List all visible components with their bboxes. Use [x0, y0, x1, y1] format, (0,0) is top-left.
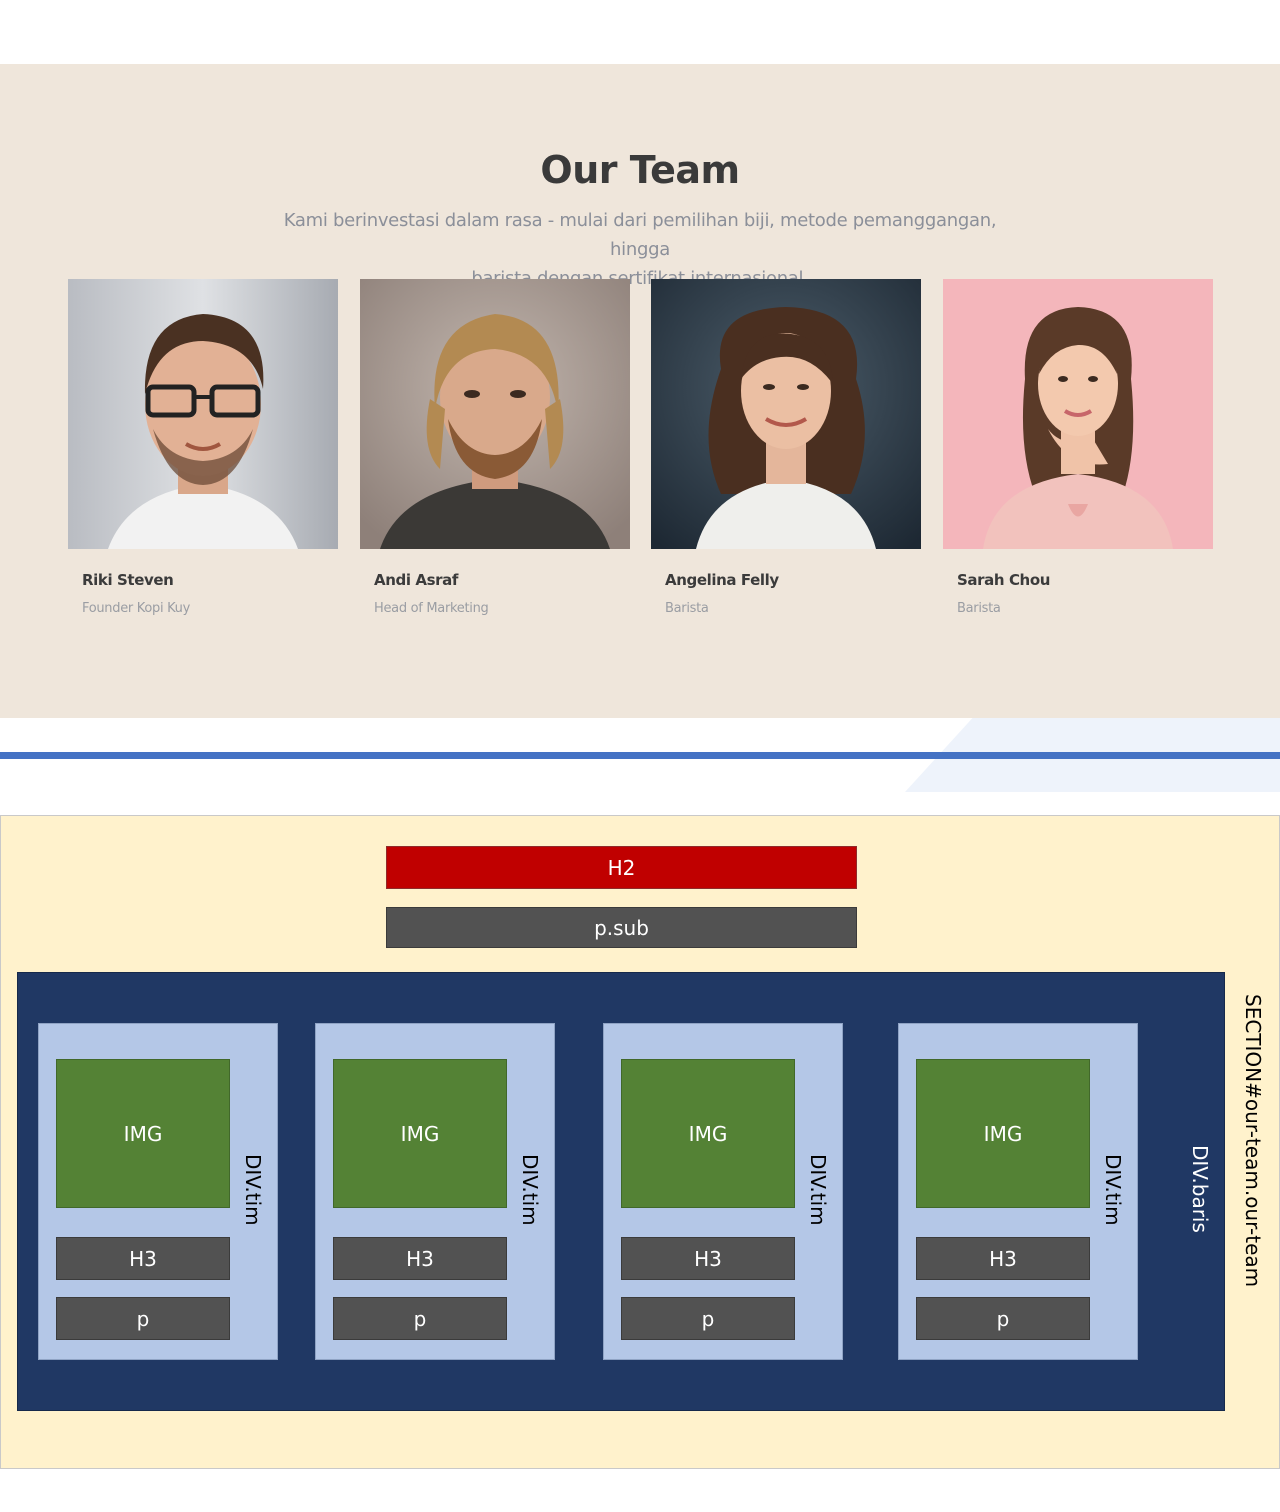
img-block: IMG [56, 1059, 230, 1208]
h3-block: H3 [56, 1237, 230, 1280]
p-block: p [56, 1297, 230, 1340]
member-name: Angelina Felly [665, 571, 779, 589]
div-tim-label: DIV.tim [1101, 1154, 1125, 1226]
member-role: Head of Marketing [374, 601, 489, 616]
h3-block: H3 [621, 1237, 795, 1280]
member-role: Barista [957, 601, 1001, 616]
member-name: Sarah Chou [957, 571, 1051, 589]
html-structure-diagram: H2 p.sub IMG H3 p DIV.tim IMG H3 p DIV.t… [0, 815, 1280, 1469]
p-block: p [621, 1297, 795, 1340]
portrait-woman-pink-background [943, 279, 1213, 549]
img-block: IMG [916, 1059, 1090, 1208]
member-role: Founder Kopi Kuy [82, 601, 191, 616]
team-member-card: Sarah Chou Barista [943, 279, 1213, 616]
member-photo [943, 279, 1213, 549]
team-member-card: Angelina Felly Barista [651, 279, 921, 616]
img-block: IMG [333, 1059, 507, 1208]
team-member-card: Riki Steven Founder Kopi Kuy [68, 279, 338, 616]
team-title: Our Team [540, 148, 740, 192]
p-block: p [916, 1297, 1090, 1340]
div-tim-block: IMG H3 p DIV.tim [603, 1023, 843, 1360]
member-photo [360, 279, 630, 549]
div-tim-label: DIV.tim [806, 1154, 830, 1226]
div-tim-block: IMG H3 p DIV.tim [38, 1023, 278, 1360]
div-baris-label: DIV.baris [1188, 1145, 1212, 1233]
div-tim-block: IMG H3 p DIV.tim [315, 1023, 555, 1360]
section-divider [0, 752, 1280, 759]
member-role: Barista [665, 601, 709, 616]
portrait-woman-curly-hair [651, 279, 921, 549]
section-label: SECTION#our-team.our-team [1241, 994, 1265, 1288]
portrait-man-glasses [68, 279, 338, 549]
p-sub-block: p.sub [386, 907, 857, 948]
div-tim-block: IMG H3 p DIV.tim [898, 1023, 1138, 1360]
h2-block: H2 [386, 846, 857, 889]
div-baris-block: IMG H3 p DIV.tim IMG H3 p DIV.tim IMG H3… [17, 972, 1225, 1411]
img-block: IMG [621, 1059, 795, 1208]
div-tim-label: DIV.tim [518, 1154, 542, 1226]
member-photo [651, 279, 921, 549]
h3-block: H3 [333, 1237, 507, 1280]
h3-block: H3 [916, 1237, 1090, 1280]
our-team-preview: Our Team Kami berinvestasi dalam rasa - … [0, 64, 1280, 718]
div-tim-label: DIV.tim [241, 1154, 265, 1226]
member-name: Riki Steven [82, 571, 174, 589]
member-name: Andi Asraf [374, 571, 458, 589]
subtitle-line-1: Kami berinvestasi dalam rasa - mulai dar… [283, 210, 997, 260]
portrait-man-beard [360, 279, 630, 549]
member-photo [68, 279, 338, 549]
team-member-card: Andi Asraf Head of Marketing [360, 279, 630, 616]
p-block: p [333, 1297, 507, 1340]
